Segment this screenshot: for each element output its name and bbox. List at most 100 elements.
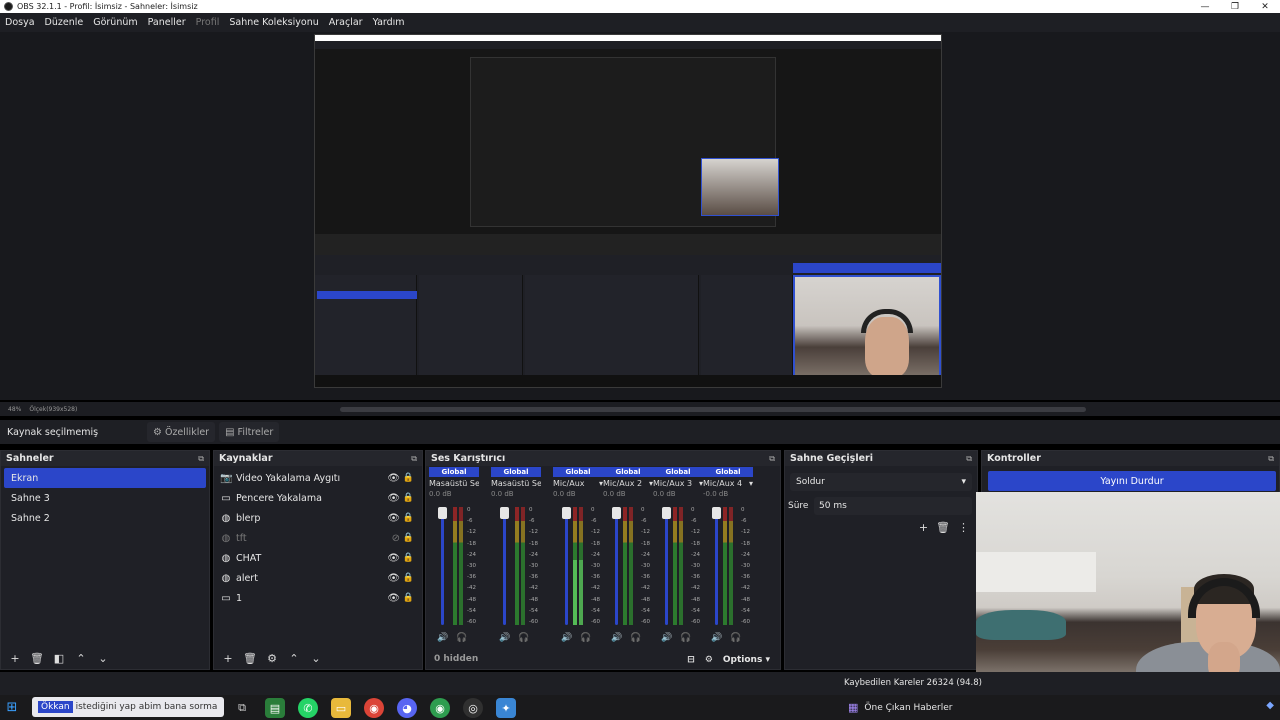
channel-name-row[interactable]: Mic/Aux 4 ▾	[703, 479, 753, 488]
more-options-icon[interactable]: ⋮	[958, 521, 969, 534]
eye-icon[interactable]: 👁	[387, 493, 400, 504]
news-widget[interactable]: ▦ Öne Çıkan Haberler	[848, 701, 952, 714]
headphone-icon[interactable]: 🎧	[730, 633, 741, 643]
fader-handle[interactable]	[612, 507, 621, 519]
app-icon[interactable]: ✦	[496, 698, 516, 718]
obs-taskbar-icon[interactable]: ◎	[463, 698, 483, 718]
menu-yardim[interactable]: Yardım	[373, 17, 405, 28]
speaker-icon[interactable]: 🔊	[437, 633, 448, 643]
volume-fader[interactable]	[715, 507, 718, 625]
volume-fader[interactable]	[441, 507, 444, 625]
add-scene-button[interactable]: +	[5, 649, 25, 667]
headphone-icon[interactable]: 🎧	[456, 633, 467, 643]
source-item[interactable]: ◍ blerp 👁 🔒	[214, 508, 422, 528]
volume-fader[interactable]	[503, 507, 506, 625]
eye-icon[interactable]: 👁	[387, 513, 400, 524]
headphone-icon[interactable]: 🎧	[518, 633, 529, 643]
scene-item[interactable]: Sahne 3	[4, 488, 206, 508]
volume-fader[interactable]	[565, 507, 568, 625]
global-badge[interactable]: Global	[491, 467, 541, 477]
copilot-icon[interactable]: ◆	[1266, 700, 1274, 711]
speaker-icon[interactable]: 🔊	[611, 633, 622, 643]
whatsapp-icon[interactable]: ✆	[298, 698, 318, 718]
remove-source-button[interactable]: 🗑	[240, 649, 260, 667]
channel-name-row[interactable]: Mic/Aux 3 ▾	[653, 479, 703, 488]
remove-transition-button[interactable]: 🗑	[936, 521, 950, 534]
source-item[interactable]: ◍ CHAT 👁 🔒	[214, 548, 422, 568]
float-dock-icon[interactable]: ⧉	[1268, 454, 1274, 464]
eye-icon[interactable]: 👁	[387, 553, 400, 564]
channel-name-row[interactable]: Masaüstü Ses▾	[429, 479, 479, 488]
close-button[interactable]: ✕	[1250, 0, 1280, 13]
float-dock-icon[interactable]: ⧉	[411, 454, 417, 464]
source-item[interactable]: ◍ tft ⊘ 🔒	[214, 528, 422, 548]
eye-icon[interactable]: 👁	[387, 573, 400, 584]
source-item[interactable]: ◍ alert 👁 🔒	[214, 568, 422, 588]
global-badge[interactable]: Global	[553, 467, 603, 477]
excel-icon[interactable]: ▤	[265, 698, 285, 718]
fader-handle[interactable]	[712, 507, 721, 519]
menu-duzenle[interactable]: Düzenle	[45, 17, 84, 28]
add-transition-button[interactable]: +	[919, 521, 928, 534]
headphone-icon[interactable]: 🎧	[630, 633, 641, 643]
eye-icon[interactable]: 👁	[387, 593, 400, 604]
chrome-profile-icon[interactable]: ◉	[430, 698, 450, 718]
speaker-icon[interactable]: 🔊	[711, 633, 722, 643]
source-item[interactable]: ▭ Pencere Yakalama 👁 🔒	[214, 488, 422, 508]
lock-icon[interactable]: 🔒	[403, 573, 414, 583]
layout-icon[interactable]: ⊟	[687, 655, 695, 665]
channel-name-row[interactable]: Mic/Aux ▾	[553, 479, 603, 488]
global-badge[interactable]: Global	[703, 467, 753, 477]
fader-handle[interactable]	[662, 507, 671, 519]
headphone-icon[interactable]: 🎧	[580, 633, 591, 643]
preview-scrollbar[interactable]	[340, 407, 1086, 412]
lock-icon[interactable]: 🔒	[403, 533, 414, 543]
lock-icon[interactable]: 🔒	[403, 593, 414, 603]
source-item[interactable]: 📷 Video Yakalama Aygıtı 👁 🔒	[214, 468, 422, 488]
eye-hidden-icon[interactable]: ⊘	[392, 533, 400, 544]
lock-icon[interactable]: 🔒	[403, 473, 414, 483]
transition-select[interactable]: Soldur ▾	[790, 473, 972, 491]
filters-button[interactable]: ▤ Filtreler	[219, 422, 280, 442]
chrome-icon[interactable]: ◉	[364, 698, 384, 718]
headphone-icon[interactable]: 🎧	[680, 633, 691, 643]
menu-araclar[interactable]: Araçlar	[329, 17, 363, 28]
duration-input[interactable]: 50 ms	[814, 497, 972, 515]
lock-icon[interactable]: 🔒	[403, 493, 414, 503]
scene-item[interactable]: Sahne 2	[4, 508, 206, 528]
maximize-button[interactable]: ❐	[1220, 0, 1250, 13]
fader-handle[interactable]	[562, 507, 571, 519]
resolution-label[interactable]: Ölçek(939x528)	[29, 406, 77, 413]
float-dock-icon[interactable]: ⧉	[769, 454, 775, 464]
global-badge[interactable]: Global	[603, 467, 653, 477]
eye-icon[interactable]: 👁	[387, 473, 400, 484]
windows-start-icon[interactable]: ⊞	[4, 700, 20, 716]
move-up-button[interactable]: ⌃	[71, 649, 91, 667]
options-button[interactable]: Options ▾	[723, 655, 770, 665]
discord-icon[interactable]: ◕	[397, 698, 417, 718]
lock-icon[interactable]: 🔒	[403, 513, 414, 523]
task-view-icon[interactable]: ⧉	[232, 698, 252, 718]
speaker-icon[interactable]: 🔊	[561, 633, 572, 643]
move-up-button[interactable]: ⌃	[284, 649, 304, 667]
speaker-icon[interactable]: 🔊	[661, 633, 672, 643]
speaker-icon[interactable]: 🔊	[499, 633, 510, 643]
float-dock-icon[interactable]: ⧉	[198, 454, 204, 464]
preview-canvas[interactable]	[314, 34, 942, 388]
minimize-button[interactable]: —	[1190, 0, 1220, 13]
source-item[interactable]: ▭ 1 👁 🔒	[214, 588, 422, 608]
lock-icon[interactable]: 🔒	[403, 553, 414, 563]
volume-fader[interactable]	[615, 507, 618, 625]
add-source-button[interactable]: +	[218, 649, 238, 667]
taskbar-search[interactable]: Ökkan istediğini yap abim bana sorma	[32, 697, 224, 717]
menu-gorunum[interactable]: Görünüm	[93, 17, 137, 28]
fader-handle[interactable]	[500, 507, 509, 519]
fader-handle[interactable]	[438, 507, 447, 519]
menu-sahne-koleksiyonu[interactable]: Sahne Koleksiyonu	[229, 17, 318, 28]
channel-name-row[interactable]: Masaüstü Ses 2▾	[491, 479, 541, 488]
menu-paneller[interactable]: Paneller	[148, 17, 186, 28]
advanced-audio-icon[interactable]: ⚙	[705, 655, 713, 665]
global-badge[interactable]: Global	[429, 467, 479, 477]
menu-dosya[interactable]: Dosya	[5, 17, 35, 28]
channel-name-row[interactable]: Mic/Aux 2 ▾	[603, 479, 653, 488]
